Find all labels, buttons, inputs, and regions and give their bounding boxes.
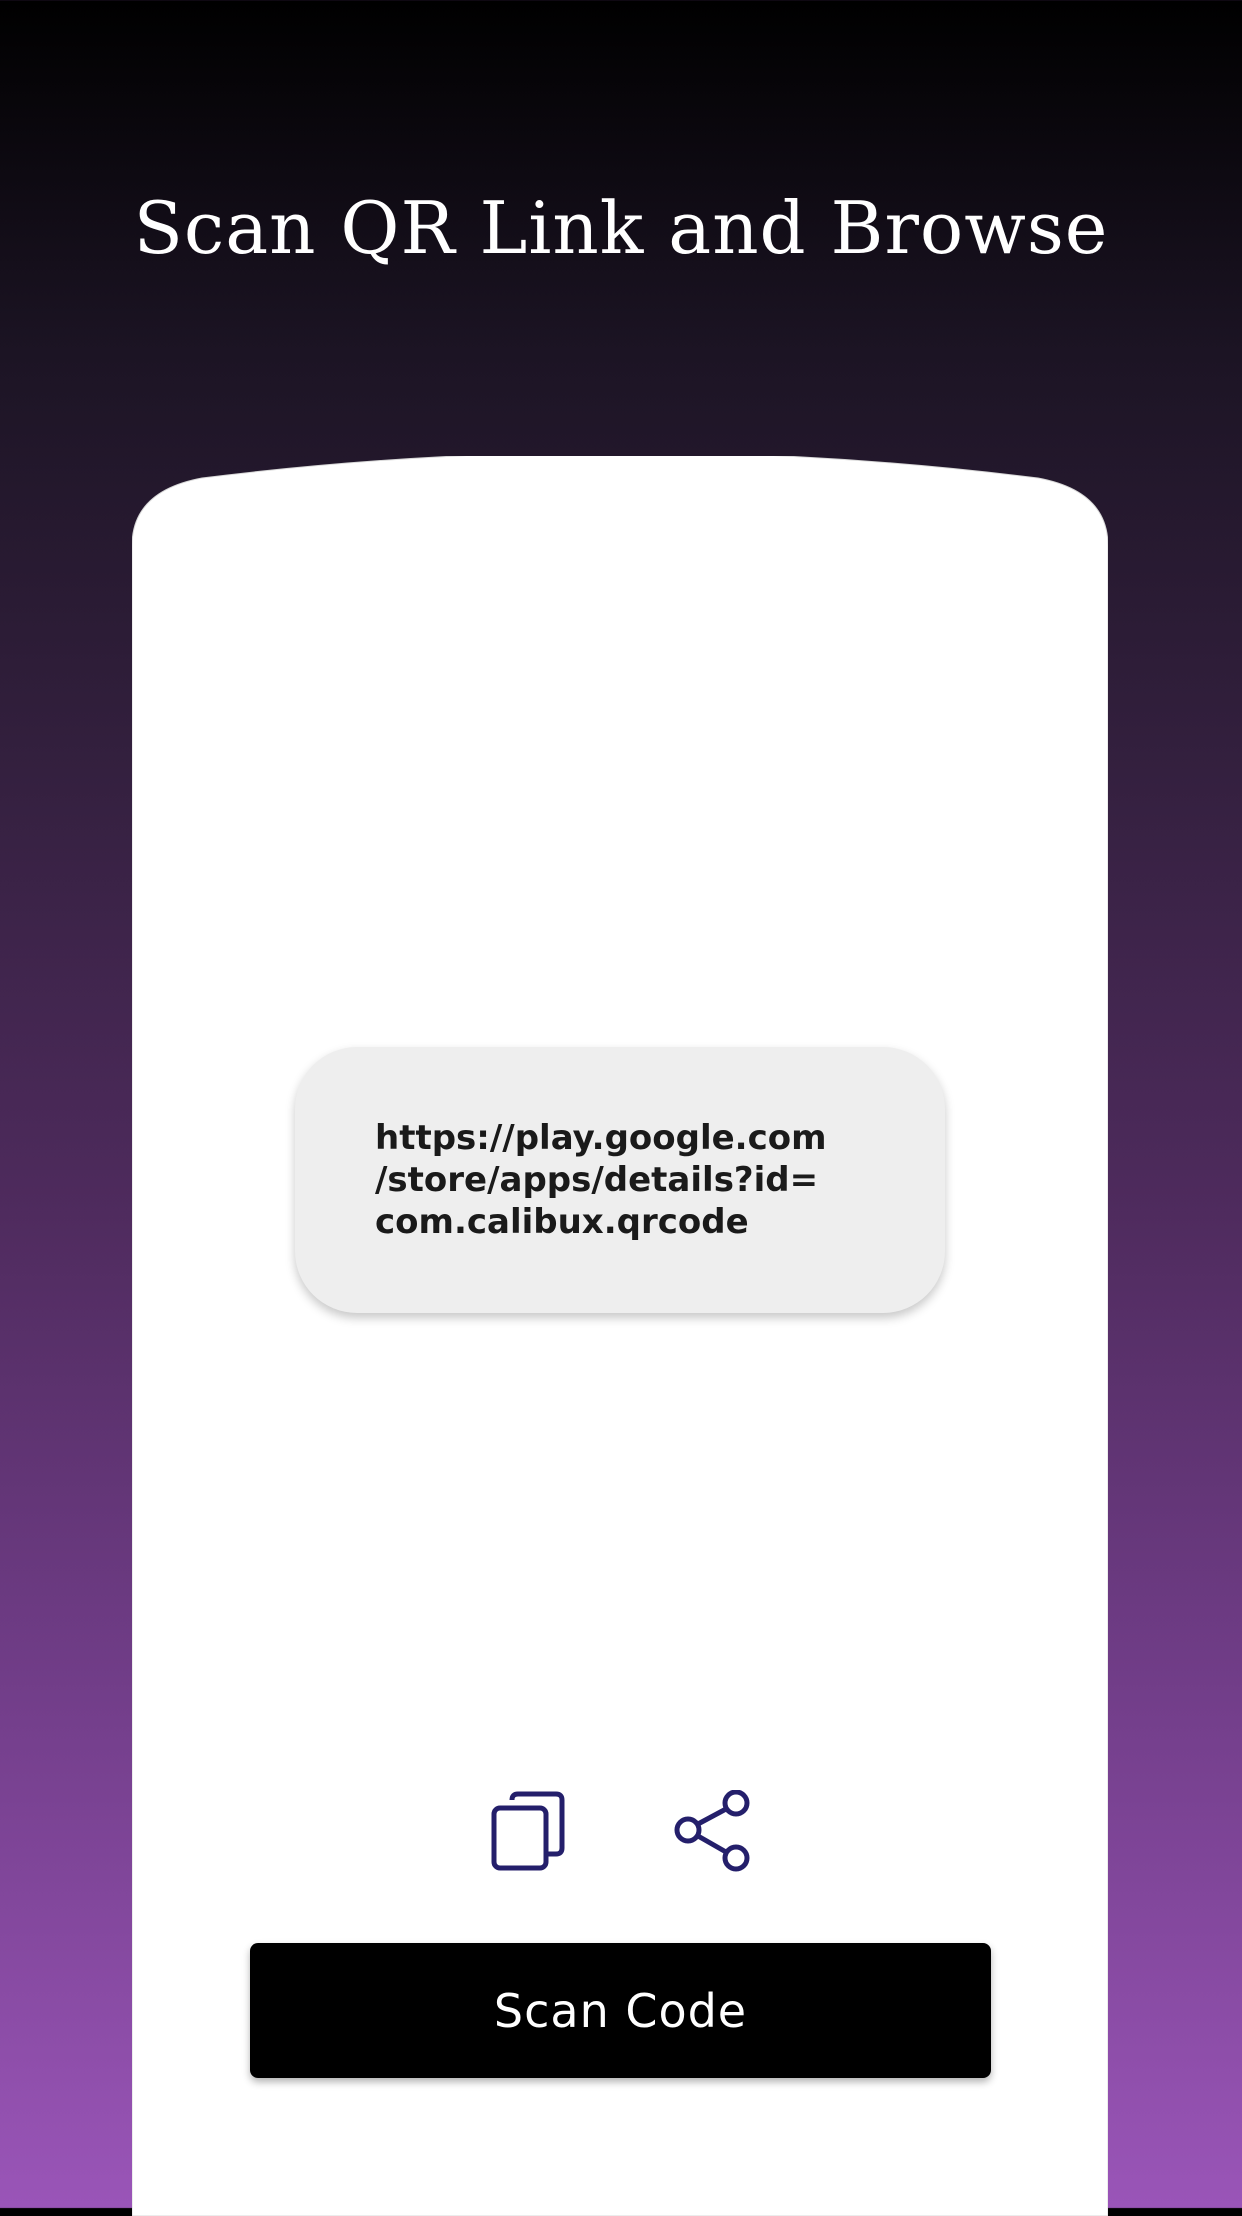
share-icon[interactable]	[674, 1790, 754, 1872]
scanned-result-box[interactable]: https://play.google.com /store/apps/deta…	[295, 1047, 945, 1313]
scan-code-button[interactable]: Scan Code	[250, 1943, 991, 2078]
scanned-url-text: https://play.google.com /store/apps/deta…	[375, 1118, 827, 1242]
copy-icon[interactable]	[490, 1790, 566, 1872]
page-title: Scan QR Link and Browse	[133, 186, 1109, 270]
